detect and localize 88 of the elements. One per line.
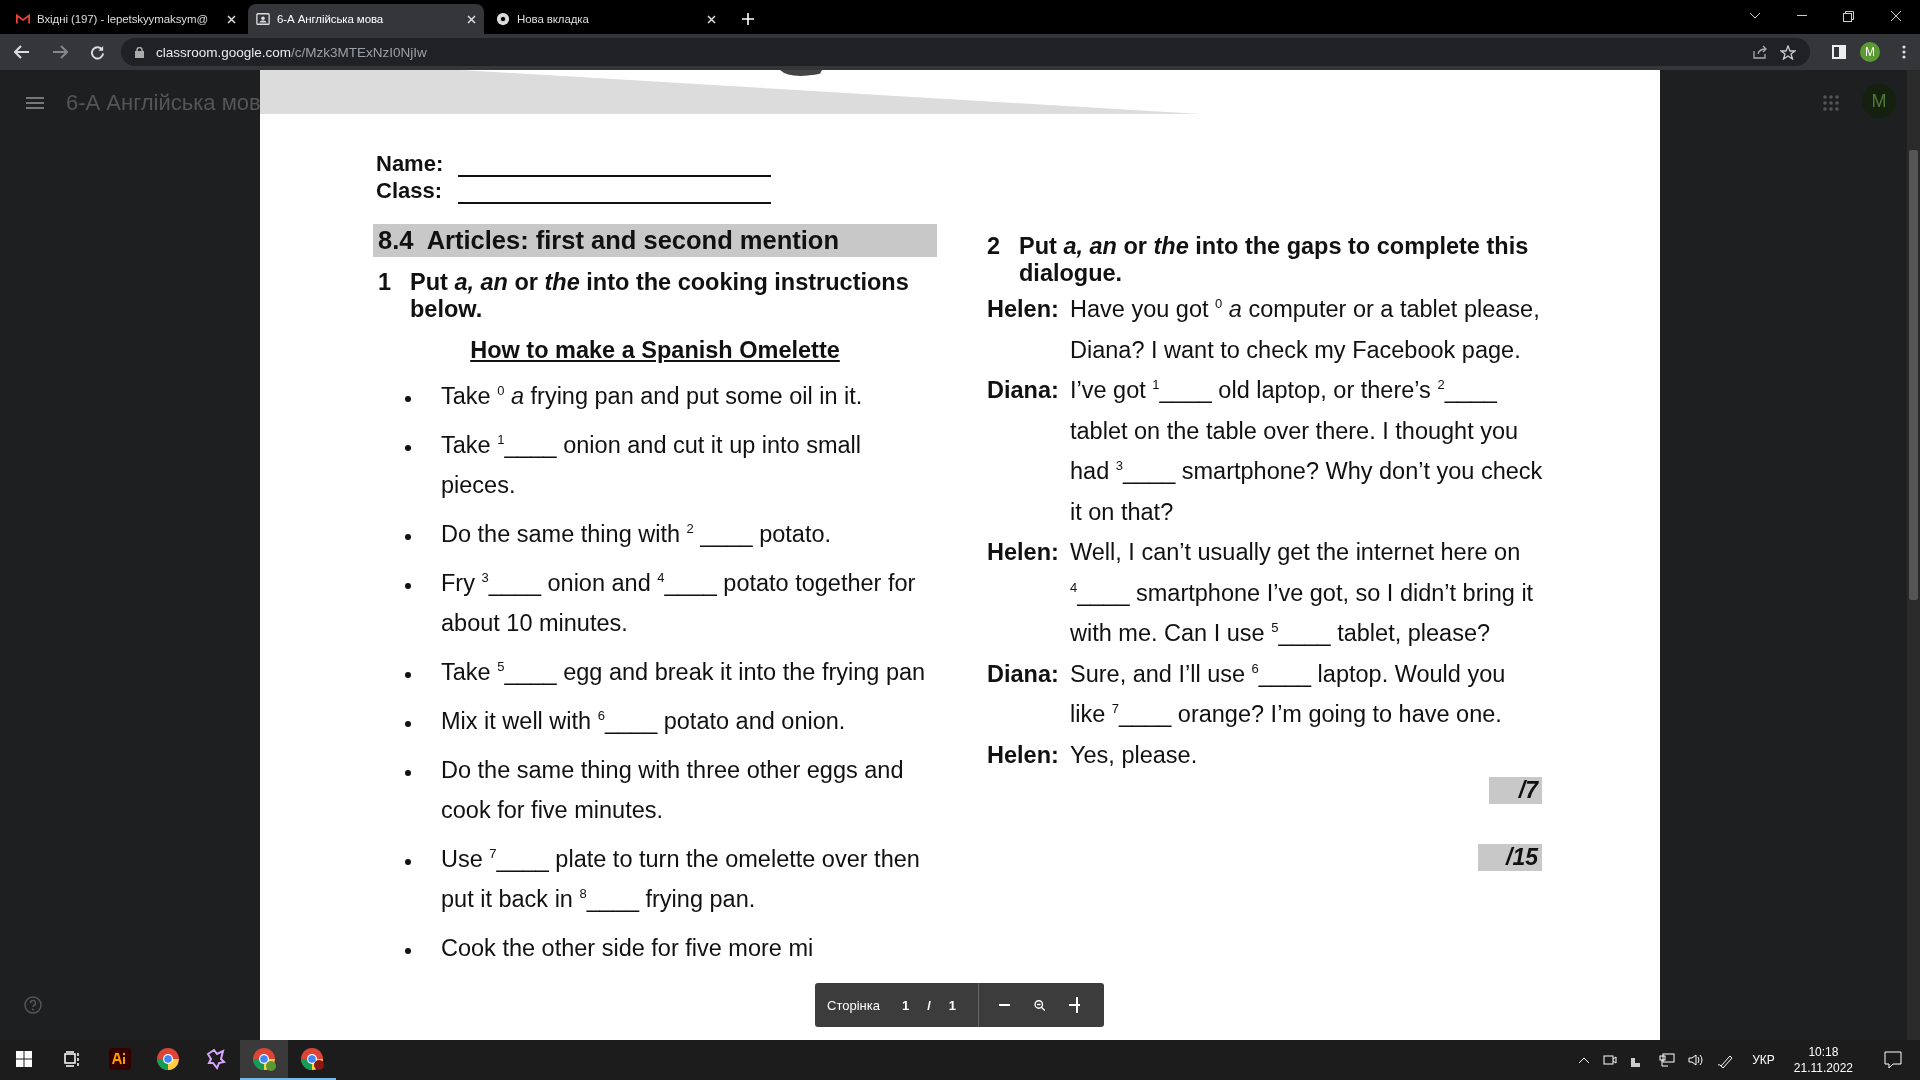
tab-title: Нова вкладка	[517, 13, 590, 25]
instruction-text: Cook the other side for five more mi	[441, 934, 814, 963]
share-icon[interactable]	[1752, 45, 1768, 59]
field-label: Name:	[376, 151, 445, 177]
close-icon[interactable]	[707, 14, 716, 24]
page-total: 1	[948, 997, 957, 1013]
back-icon[interactable]	[14, 45, 30, 59]
more-icon[interactable]	[1902, 45, 1906, 59]
instruction-text: Take $^{5}$____ egg and break it into the frying pan	[441, 658, 926, 687]
chevron-up-icon[interactable]	[1578, 1056, 1591, 1064]
browser-tab[interactable]: 6-А Англійська мова	[248, 4, 484, 34]
dialogue-line: Sure, and I’ll use $^{6}$____ laptop. Would you like $^{7}$____ orange? I’m going to have one.	[1070, 659, 1507, 729]
side-panel-icon[interactable]	[1832, 45, 1846, 59]
volume-icon[interactable]	[1688, 1053, 1705, 1067]
instruction-text: Do the same thing with three other eggs and cook for five minutes.	[441, 756, 905, 825]
classroom-icon	[256, 12, 270, 26]
speaker-name: Helen:	[987, 295, 1060, 324]
dialogue-line: Have you got $^{0}$ a computer or a tablet please, Diana? I want to check my Facebook page.	[1070, 295, 1541, 365]
taskbar-button[interactable]	[240, 1040, 288, 1080]
instruction-text: Take $^{1}$____ onion and cut it up into small pieces.	[441, 431, 863, 500]
section-title: 8.4 Articles: first and second mention	[373, 224, 937, 257]
app-icon	[205, 1048, 227, 1070]
speaker-name: Diana:	[987, 376, 1060, 405]
speaker-name: Helen:	[987, 538, 1060, 567]
instruction-text: Take $^{0}$ a frying pan and put some oil in it.	[441, 382, 863, 411]
mail-icon	[16, 12, 30, 26]
instruction-text: Do the same thing with $^{2}$ ____ potato.	[441, 520, 831, 549]
close-icon[interactable]	[227, 14, 236, 24]
close-icon[interactable]	[1890, 10, 1902, 22]
bullet-icon	[405, 948, 411, 954]
chevron-icon[interactable]	[1749, 12, 1761, 20]
bullet-icon	[405, 583, 411, 589]
browser-tab[interactable]: Вхідні (197) - lepetskyymaksym@	[8, 4, 244, 34]
page-label: Сторінка	[827, 997, 880, 1013]
network-icon[interactable]	[1659, 1053, 1676, 1067]
windows-icon	[16, 1051, 32, 1067]
camera-icon[interactable]	[1603, 1053, 1618, 1067]
bullet-icon	[405, 721, 411, 727]
speaker-name: Diana:	[987, 659, 1060, 689]
instruction-text: Mix it well with $^{6}$____ potato and onion.	[441, 707, 846, 736]
exercise-instruction: Put a, an or the into the gaps to complete this dialogue.	[1019, 233, 1530, 287]
browser-tab[interactable]: Нова вкладка	[488, 4, 724, 34]
exercise-instruction: Put a, an or the into the cooking instructions below.	[410, 269, 910, 323]
bullet-icon	[405, 859, 411, 865]
browser-logo-icon	[156, 1047, 180, 1071]
address-field[interactable]: classroom.google.com/c/Mzk3MTExNzI0NjIw	[121, 38, 1810, 66]
page-number[interactable]: 1	[901, 997, 910, 1013]
browser-logo-icon	[496, 12, 510, 26]
reload-icon[interactable]	[90, 44, 105, 60]
total-score-label: /15	[1478, 844, 1542, 871]
dialogue-line: Well, I can’t usually get the internet here on $^{4}$____ smartphone I’ve got, so I didn’t bring it with me. Can I use $^{5}$____ tablet, please?	[1070, 538, 1535, 648]
browser-logo-icon	[300, 1047, 324, 1071]
zoom-in-icon[interactable]	[1069, 997, 1080, 1013]
tab-title: 6-А Англійська мова	[277, 13, 385, 25]
bullet-icon	[405, 672, 411, 678]
recipe-title: How to make a Spanish Omelette	[470, 337, 840, 363]
task-view-icon	[64, 1051, 80, 1067]
instruction-text: Use $^{7}$____ plate to turn the omelette over then put it back in $^{8}$____ frying pan.	[441, 845, 921, 914]
language-indicator[interactable]: УКР	[1752, 1053, 1775, 1067]
new-tab-icon[interactable]	[742, 13, 754, 25]
browser-logo-icon	[252, 1047, 276, 1071]
close-icon[interactable]	[467, 14, 476, 24]
illustrator-icon	[109, 1048, 131, 1070]
url-text: classroom.google.com/c/Mzk3MTExNzI0NjIw	[156, 44, 427, 60]
notification-icon[interactable]	[1884, 1051, 1902, 1069]
exercise-number: 2	[987, 233, 1002, 261]
tab-title: Вхідні (197) - lepetskyymaksym@	[37, 13, 210, 25]
instruction-text: Fry $^{3}$____ onion and $^{4}$____ potato together for about 10 minutes.	[441, 569, 917, 638]
restore-icon[interactable]	[1843, 10, 1854, 22]
field-label: Class:	[376, 178, 444, 204]
dialogue-line: Yes, please.	[1070, 740, 1199, 770]
clock-time: 10:18	[1808, 1044, 1839, 1060]
page-separator: /	[927, 997, 931, 1013]
dialogue-line: I’ve got $^{1}$____ old laptop, or there’s $^{2}$____ tablet on the table over there. I thought you had $^{3}$____ smartphone? Why don’t you check it on that?	[1070, 376, 1544, 527]
clock-date: 21.11.2022	[1793, 1060, 1853, 1076]
star-icon[interactable]	[1780, 44, 1796, 60]
exercise-number: 1	[378, 269, 393, 297]
forward-icon[interactable]	[52, 45, 68, 59]
bullet-icon	[405, 534, 411, 540]
speaker-name: Helen:	[987, 740, 1060, 770]
scrollbar[interactable]	[1909, 150, 1918, 600]
lock-icon	[135, 46, 144, 58]
bullet-icon	[405, 770, 411, 776]
bullet-icon	[405, 445, 411, 451]
bullet-icon	[405, 396, 411, 402]
menu-icon[interactable]	[26, 96, 44, 109]
minimize-icon[interactable]	[1797, 15, 1807, 17]
score-label: /7	[1488, 777, 1542, 804]
